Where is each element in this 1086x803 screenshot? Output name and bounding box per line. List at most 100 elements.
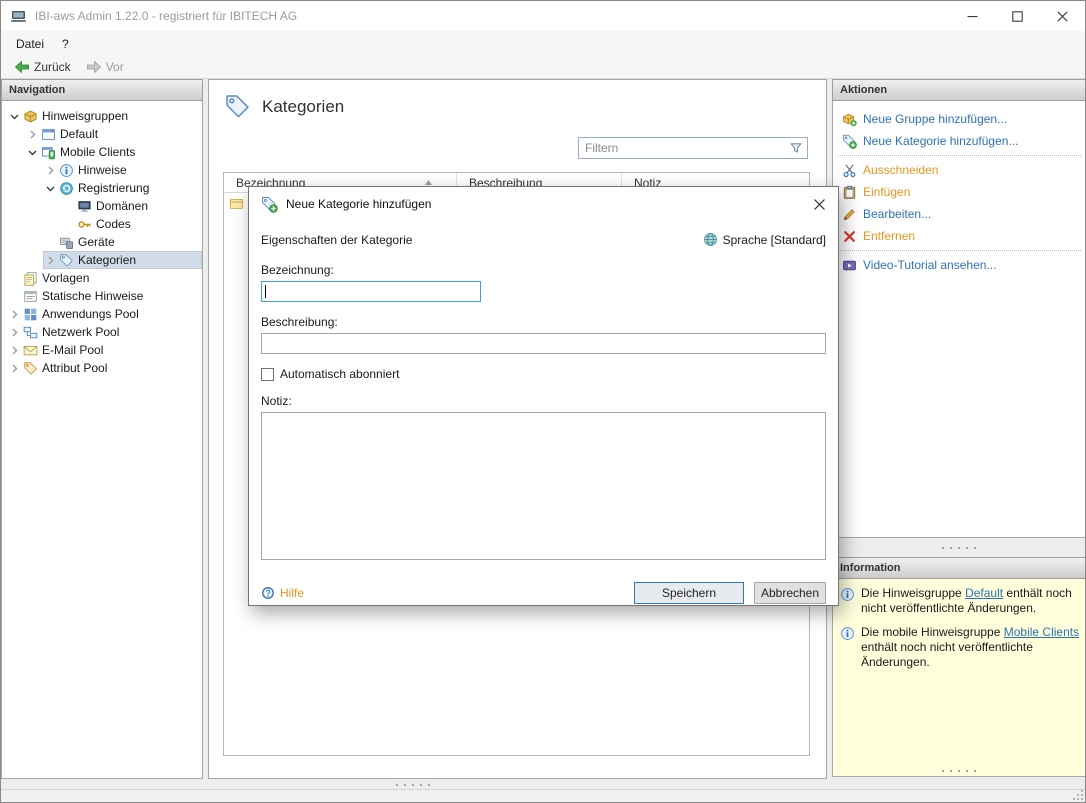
help-label: Hilfe <box>280 586 305 600</box>
titlebar[interactable]: IBI-aws Admin 1.22.0 - registriert für I… <box>1 1 1085 31</box>
text-caret <box>265 285 266 298</box>
forward-label: Vor <box>105 60 124 74</box>
abbrechen-button[interactable]: Abbrechen <box>754 582 826 604</box>
action-neue-kategorie-hinzuf-gen[interactable]: Neue Kategorie hinzufügen... <box>833 130 1085 152</box>
tree-item-e-mail-pool[interactable]: E-Mail Pool <box>2 341 202 359</box>
info-item: Die mobile Hinweisgruppe Mobile Clients … <box>840 625 1080 670</box>
chevron-collapsed-icon[interactable] <box>7 325 22 340</box>
tree-item-dom-nen[interactable]: Domänen <box>2 197 202 215</box>
resize-grip-icon[interactable] <box>1072 789 1084 801</box>
globe-icon <box>703 232 718 247</box>
menu-datei[interactable]: Datei <box>7 33 53 55</box>
action-entfernen[interactable]: Entfernen <box>833 225 1085 247</box>
devices-icon <box>59 235 74 250</box>
menu-help[interactable]: ? <box>53 33 78 55</box>
action-video-tutorial-ansehen[interactable]: Video-Tutorial ansehen... <box>833 254 1085 276</box>
content-splitter[interactable] <box>1 782 827 788</box>
tag-icon <box>59 253 74 268</box>
chevron-collapsed-icon[interactable] <box>43 253 58 268</box>
tree-item-default[interactable]: Default <box>2 125 202 143</box>
tree-item-statische-hinweise[interactable]: Statische Hinweise <box>2 287 202 305</box>
info-icon <box>59 163 74 178</box>
back-label: Zurück <box>34 60 71 74</box>
forward-button[interactable]: Vor <box>80 57 130 77</box>
help-link[interactable]: Hilfe <box>261 586 304 600</box>
tree-item-attribut-pool[interactable]: Attribut Pool <box>2 359 202 377</box>
grip-dots-icon <box>939 768 981 774</box>
navigation-panel-header: Navigation <box>1 79 203 101</box>
tree-item-registrierung[interactable]: Registrierung <box>2 179 202 197</box>
edit-icon <box>842 207 857 222</box>
static-icon <box>23 289 38 304</box>
network-icon <box>23 325 38 340</box>
information-splitter[interactable] <box>833 768 1085 774</box>
statusbar <box>1 789 1085 802</box>
speichern-button[interactable]: Speichern <box>634 582 744 604</box>
chevron-expanded-icon[interactable] <box>25 145 40 160</box>
beschreibung-label: Beschreibung: <box>261 315 338 329</box>
chevron-collapsed-icon[interactable] <box>7 307 22 322</box>
dialog-titlebar[interactable]: Neue Kategorie hinzufügen <box>249 187 838 221</box>
action-neue-gruppe-hinzuf-gen[interactable]: Neue Gruppe hinzufügen... <box>833 108 1085 130</box>
actions-panel-header: Aktionen <box>832 79 1085 101</box>
actions-splitter[interactable] <box>832 538 1085 557</box>
tree-item-mobile-clients[interactable]: Mobile Clients <box>2 143 202 161</box>
tree-item-label: Statische Hinweise <box>42 289 144 303</box>
action-label: Neue Gruppe hinzufügen... <box>863 112 1008 126</box>
action-einf-gen[interactable]: Einfügen <box>833 181 1085 203</box>
action-ausschneiden[interactable]: Ausschneiden <box>833 159 1085 181</box>
automatisch-abonniert-checkbox[interactable] <box>261 367 274 381</box>
filter-input[interactable] <box>578 137 808 159</box>
minimize-button[interactable] <box>950 1 995 31</box>
chevron-collapsed-icon[interactable] <box>7 361 22 376</box>
tree-item-label: Geräte <box>78 235 115 249</box>
chevron-collapsed-icon[interactable] <box>25 127 40 142</box>
bezeichnung-label: Bezeichnung: <box>261 263 334 277</box>
language-selector[interactable]: Sprache [Standard] <box>703 232 826 247</box>
chevron-collapsed-icon[interactable] <box>43 163 58 178</box>
tree-item-ger-te[interactable]: Geräte <box>2 233 202 251</box>
tree-item-label: Attribut Pool <box>42 361 108 375</box>
chevron-collapsed-icon[interactable] <box>7 343 22 358</box>
actions-separator <box>838 155 1081 156</box>
action-label: Ausschneiden <box>863 163 939 177</box>
content-header: Kategorien <box>209 80 826 120</box>
notiz-textarea[interactable] <box>261 412 826 560</box>
forward-arrow-icon <box>86 59 102 75</box>
category-row-icon <box>229 196 244 211</box>
newGroup-icon <box>842 112 857 127</box>
filter-funnel-icon[interactable] <box>789 141 803 155</box>
box-icon <box>23 109 38 124</box>
info-link-mobile-clients[interactable]: Mobile Clients <box>1004 625 1079 639</box>
back-arrow-icon <box>14 59 30 75</box>
tree-item-netzwerk-pool[interactable]: Netzwerk Pool <box>2 323 202 341</box>
chevron-expanded-icon[interactable] <box>43 181 58 196</box>
tree-item-label: Mobile Clients <box>60 145 136 159</box>
tree-item-codes[interactable]: Codes <box>2 215 202 233</box>
tree-item-hinweise[interactable]: Hinweise <box>2 161 202 179</box>
template-icon <box>23 271 38 286</box>
actions-list: Neue Gruppe hinzufügen... Neue Kategorie … <box>832 101 1085 538</box>
mobile-icon <box>41 145 56 160</box>
dialog-close-button[interactable] <box>804 189 834 219</box>
navigation-panel: Navigation Hinweisgruppen Default Mobile C… <box>1 79 203 779</box>
action-bearbeiten[interactable]: Bearbeiten... <box>833 203 1085 225</box>
info-text: enthält noch nicht veröffentlichte Änder… <box>861 640 1033 669</box>
information-list: Die Hinweisgruppe Default enthält noch n… <box>832 579 1085 777</box>
tree-item-kategorien[interactable]: Kategorien <box>2 251 202 269</box>
chevron-expanded-icon[interactable] <box>7 109 22 124</box>
tree-item-hinweisgruppen[interactable]: Hinweisgruppen <box>2 107 202 125</box>
tree-item-label: Hinweise <box>78 163 127 177</box>
bezeichnung-input[interactable] <box>261 281 481 302</box>
newCategory-icon <box>842 134 857 149</box>
beschreibung-input[interactable] <box>261 333 826 354</box>
maximize-button[interactable] <box>995 1 1040 31</box>
back-button[interactable]: Zurück <box>8 57 77 77</box>
tree-item-vorlagen[interactable]: Vorlagen <box>2 269 202 287</box>
notiz-label: Notiz: <box>261 394 292 408</box>
dialog-title: Neue Kategorie hinzufügen <box>286 197 432 211</box>
info-link-default[interactable]: Default <box>965 586 1003 600</box>
tree-item-anwendungs-pool[interactable]: Anwendungs Pool <box>2 305 202 323</box>
close-button[interactable] <box>1040 1 1085 31</box>
